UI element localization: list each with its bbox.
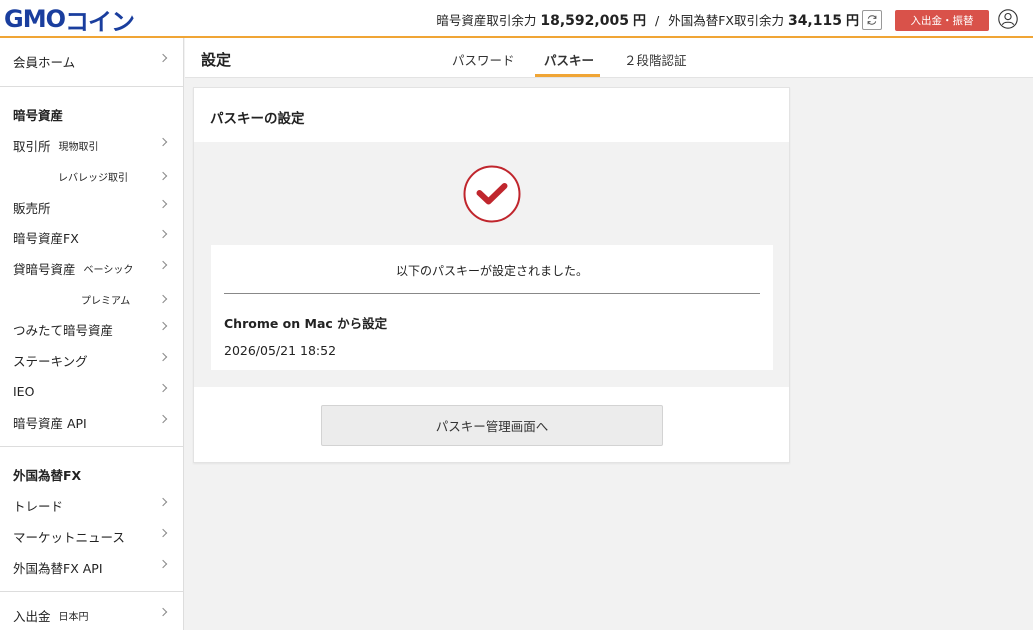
sidebar-item-ieo[interactable]: IEO [0,376,183,406]
sidebar-item-label: 入出金 [13,608,51,624]
user-icon[interactable] [998,9,1018,29]
sidebar-divider [0,446,183,447]
chevron-right-icon [158,352,168,362]
sidebar: 会員ホーム 暗号資産 取引所 現物取引 レバレッジ取引 販売所 暗号資産FX 貸… [0,38,184,630]
refresh-button[interactable] [862,10,882,30]
deposit-transfer-button[interactable]: 入出金・振替 [895,10,989,31]
sidebar-item-trade[interactable]: トレード [0,490,183,520]
sidebar-item-tsumitate[interactable]: つみたて暗号資産 [0,314,183,344]
passkey-info-box: 以下のパスキーが設定されました。 Chrome on Mac から設定 2026… [211,245,773,370]
sidebar-item-sublabel: 日本円 [58,611,89,623]
passkey-manage-button[interactable]: パスキー管理画面へ [321,405,663,446]
chevron-right-icon [158,53,168,63]
sidebar-item-label: 暗号資産 API [13,415,87,431]
sidebar-item-fx-api[interactable]: 外国為替FX API [0,552,183,582]
check-circle-icon [463,165,521,223]
fx-balance-value: 34,115 [787,13,842,29]
sidebar-item-label: 貸暗号資産 [13,261,76,277]
sidebar-item-sublabel: 現物取引 [58,141,99,153]
sidebar-item-label: 会員ホーム [13,54,76,70]
sidebar-item-exchange-spot[interactable]: 取引所 現物取引 [0,130,183,160]
top-header: GMO コイン 暗号資産取引余力 18,592,005 円 / 外国為替FX取引余… [0,0,1033,38]
chevron-right-icon [158,137,168,147]
chevron-right-icon [158,260,168,270]
info-divider [224,293,760,294]
chevron-right-icon [158,559,168,569]
sidebar-item-staking[interactable]: ステーキング [0,345,183,375]
sidebar-item-market-news[interactable]: マーケットニュース [0,521,183,551]
chevron-right-icon [158,497,168,507]
chevron-right-icon [158,321,168,331]
panel-title: パスキーの設定 [210,111,305,127]
sidebar-item-crypto-api[interactable]: 暗号資産 API [0,407,183,437]
page-title: 設定 [201,51,232,69]
active-tab-indicator [535,74,600,77]
tab-two-factor[interactable]: ２段階認証 [624,50,687,69]
sidebar-item-sublabel: プレミアム [81,295,131,307]
sidebar-item-crypto-fx[interactable]: 暗号資産FX [0,222,183,252]
chevron-right-icon [158,414,168,424]
tab-password[interactable]: パスワード [452,50,515,69]
gmo-coin-logo[interactable]: GMO コイン [4,5,135,36]
crypto-balance-value: 18,592,005 [540,13,629,29]
fx-balance-unit: 円 [845,14,859,29]
sidebar-section-crypto: 暗号資産 [13,108,64,123]
sidebar-item-sublabel: ベーシック [83,264,134,276]
chevron-right-icon [158,607,168,617]
sidebar-item-label: ステーキング [13,353,88,369]
sidebar-item-label: IEO [13,383,35,399]
chevron-right-icon [158,528,168,538]
refresh-icon [867,15,877,25]
passkey-date: 2026/05/21 18:52 [224,343,337,358]
sidebar-item-exchange-leverage[interactable]: レバレッジ取引 [0,161,183,191]
balance-separator: / [654,13,660,28]
tab-passkey[interactable]: パスキー [544,50,594,69]
settings-header: 設定 パスワード パスキー ２段階認証 [185,38,1033,78]
sidebar-item-sales[interactable]: 販売所 [0,192,183,222]
sidebar-divider [0,591,183,592]
sidebar-item-label: トレード [13,498,64,514]
sidebar-item-label: 取引所 [13,138,51,154]
chevron-right-icon [158,383,168,393]
passkey-name: Chrome on Mac から設定 [224,316,388,331]
sidebar-section-fx: 外国為替FX [13,468,82,483]
crypto-balance-unit: 円 [632,14,646,29]
chevron-right-icon [158,199,168,209]
sidebar-item-label: 暗号資産FX [13,230,79,246]
balance-summary: 暗号資産取引余力 18,592,005 円 / 外国為替FX取引余力 34,11… [436,10,859,29]
crypto-balance-label: 暗号資産取引余力 [436,13,537,28]
success-message: 以下のパスキーが設定されました。 [395,264,588,278]
sidebar-item-sublabel: レバレッジ取引 [58,172,128,184]
sidebar-item-label: マーケットニュース [13,529,125,545]
chevron-right-icon [158,171,168,181]
fx-balance-label: 外国為替FX取引余力 [668,13,784,28]
logo-text-main: GMO [4,5,66,33]
chevron-right-icon [158,294,168,304]
chevron-right-icon [158,229,168,239]
sidebar-item-label: 外国為替FX API [13,560,103,576]
sidebar-item-lending-premium[interactable]: プレミアム [0,284,183,314]
passkey-settings-panel: パスキーの設定 以下のパスキーが設定されました。 Chrome on Mac か… [193,87,790,463]
logo-text-sub: コイン [64,7,135,36]
sidebar-item-deposit-jpy[interactable]: 入出金 日本円 [0,600,183,630]
sidebar-divider [0,86,183,87]
sidebar-item-lending-basic[interactable]: 貸暗号資産 ベーシック [0,253,183,283]
sidebar-item-label: つみたて暗号資産 [13,322,114,338]
sidebar-item-home[interactable]: 会員ホーム [0,46,183,76]
sidebar-item-label: 販売所 [13,200,51,216]
